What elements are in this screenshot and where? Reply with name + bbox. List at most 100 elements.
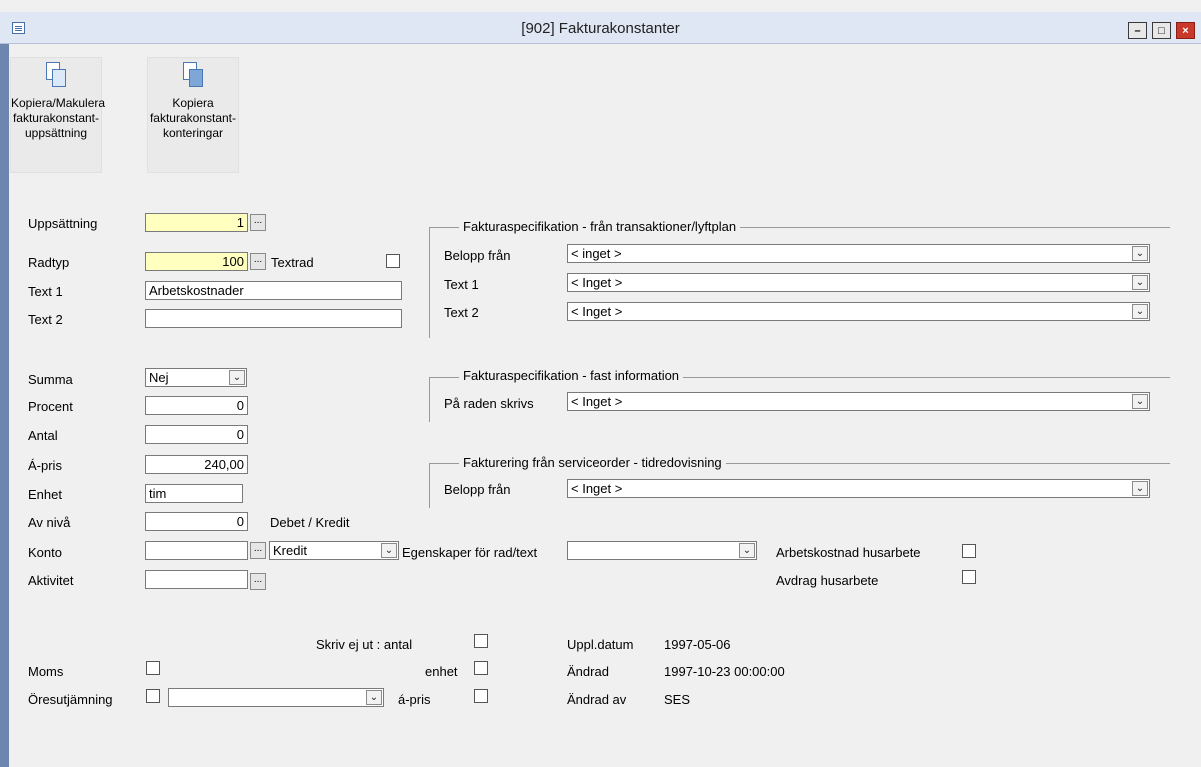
enhet-field[interactable]: tim: [145, 484, 243, 503]
antal-label: Antal: [28, 428, 58, 443]
uppsattning-lookup-button[interactable]: ...: [250, 214, 266, 231]
arbetskostnad-husarbete-checkbox[interactable]: [962, 544, 976, 558]
konto-field[interactable]: [145, 541, 248, 560]
service-belopp-fran-value: < Inget >: [571, 481, 623, 496]
summa-select[interactable]: Nej ⌄: [145, 368, 247, 387]
procent-field[interactable]: 0: [145, 396, 248, 415]
moms-label: Moms: [28, 664, 64, 679]
apris-label: Á-pris: [28, 458, 62, 473]
chevron-down-icon[interactable]: ⌄: [1132, 481, 1148, 496]
button-label-line: Kopiera: [172, 96, 214, 110]
chevron-down-icon[interactable]: ⌄: [1132, 275, 1148, 290]
andrad-label: Ändrad: [567, 664, 609, 679]
konto-label: Konto: [28, 545, 62, 560]
serviceorder-group-title: Fakturering från serviceorder - tidredov…: [459, 455, 726, 470]
skriv-ej-ut-enhet-checkbox[interactable]: [474, 661, 488, 675]
copy-document-icon: [46, 62, 66, 88]
skriv-ej-ut-apris-label: á-pris: [398, 692, 431, 707]
aktivitet-lookup-button[interactable]: ...: [250, 573, 266, 590]
minimize-button[interactable]: –: [1128, 22, 1147, 39]
debet-kredit-label: Debet / Kredit: [270, 515, 350, 530]
spec-text1-value: < Inget >: [571, 275, 623, 290]
avniva-field[interactable]: 0: [145, 512, 248, 531]
textrad-checkbox[interactable]: [386, 254, 400, 268]
andrad-av-label: Ändrad av: [567, 692, 627, 707]
pa-raden-skrivs-label: På raden skrivs: [444, 396, 534, 411]
pa-raden-skrivs-select[interactable]: < Inget > ⌄: [567, 392, 1150, 411]
spec-text1-select[interactable]: < Inget > ⌄: [567, 273, 1150, 292]
oresutjamning-checkbox[interactable]: [146, 689, 160, 703]
procent-label: Procent: [28, 399, 73, 414]
apris-field[interactable]: 240,00: [145, 455, 248, 474]
window-title: [902] Fakturakonstanter: [521, 20, 680, 37]
copy-accounts-button[interactable]: Kopiera fakturakonstant- konteringar: [147, 57, 239, 173]
service-belopp-fran-select[interactable]: < Inget > ⌄: [567, 479, 1150, 498]
andrad-value: 1997-10-23 00:00:00: [664, 664, 785, 679]
chevron-down-icon[interactable]: ⌄: [381, 543, 397, 558]
copy-cancel-setup-button[interactable]: Kopiera/Makulera fakturakonstant- uppsät…: [10, 57, 106, 173]
aktivitet-label: Aktivitet: [28, 573, 74, 588]
close-button[interactable]: ×: [1176, 22, 1195, 39]
button-label-line: fakturakonstant-: [12, 111, 100, 125]
button-label-line: uppsättning: [24, 126, 88, 140]
skriv-ej-ut-antal-label: Skriv ej ut : antal: [316, 637, 413, 652]
avdrag-husarbete-label: Avdrag husarbete: [776, 573, 879, 588]
uppl-datum-label: Uppl.datum: [567, 637, 634, 652]
avniva-label: Av nivå: [28, 515, 71, 530]
text2-label: Text 2: [28, 312, 63, 327]
summa-value: Nej: [149, 370, 169, 385]
textrad-label: Textrad: [271, 255, 314, 270]
spec-text2-value: < Inget >: [571, 304, 623, 319]
text2-field[interactable]: [145, 309, 402, 328]
button-label-line: konteringar: [162, 126, 224, 140]
belopp-fran-select[interactable]: < inget > ⌄: [567, 244, 1150, 263]
title-bar: [902] Fakturakonstanter – □ ×: [0, 12, 1201, 44]
belopp-fran-value: < inget >: [571, 246, 622, 261]
spec-text1-label: Text 1: [444, 277, 479, 292]
radtyp-lookup-button[interactable]: ...: [250, 253, 266, 270]
skriv-ej-ut-apris-checkbox[interactable]: [474, 689, 488, 703]
debet-kredit-select[interactable]: Kredit ⌄: [269, 541, 399, 560]
uppsattning-label: Uppsättning: [28, 216, 98, 231]
fast-info-group-title: Fakturaspecifikation - fast information: [459, 368, 684, 383]
button-label-line: Kopiera/Makulera: [11, 96, 106, 110]
andrad-av-value: SES: [664, 692, 691, 707]
chevron-down-icon[interactable]: ⌄: [229, 370, 245, 385]
chevron-down-icon[interactable]: ⌄: [1132, 394, 1148, 409]
text1-label: Text 1: [28, 284, 63, 299]
spec-text2-select[interactable]: < Inget > ⌄: [567, 302, 1150, 321]
service-belopp-fran-label: Belopp från: [444, 482, 511, 497]
chevron-down-icon[interactable]: ⌄: [1132, 246, 1148, 261]
uppl-datum-value: 1997-05-06: [664, 637, 731, 652]
oresutjamning-label: Öresutjämning: [28, 692, 113, 707]
skriv-ej-ut-enhet-label: enhet: [425, 664, 458, 679]
chevron-down-icon[interactable]: ⌄: [739, 543, 755, 558]
copy-accounts-icon: [183, 62, 203, 88]
chevron-down-icon[interactable]: ⌄: [366, 690, 382, 705]
skriv-ej-ut-antal-checkbox[interactable]: [474, 634, 488, 648]
uppsattning-field[interactable]: 1: [145, 213, 248, 232]
pa-raden-skrivs-value: < Inget >: [571, 394, 623, 409]
chevron-down-icon[interactable]: ⌄: [1132, 304, 1148, 319]
enhet-label: Enhet: [28, 487, 62, 502]
radtyp-label: Radtyp: [28, 255, 70, 270]
arbetskostnad-husarbete-label: Arbetskostnad husarbete: [776, 545, 921, 560]
belopp-fran-label: Belopp från: [444, 248, 511, 263]
summa-label: Summa: [28, 372, 73, 387]
maximize-button[interactable]: □: [1152, 22, 1171, 39]
spec-text2-label: Text 2: [444, 305, 479, 320]
transaktioner-group-title: Fakturaspecifikation - från transaktione…: [459, 219, 741, 234]
egenskaper-select[interactable]: ⌄: [567, 541, 757, 560]
antal-field[interactable]: 0: [145, 425, 248, 444]
debet-kredit-value: Kredit: [273, 543, 307, 558]
egenskaper-label: Egenskaper för rad/text: [402, 545, 538, 560]
radtyp-field[interactable]: 100: [145, 252, 248, 271]
window-frame: [0, 12, 9, 767]
oresutjamning-select[interactable]: ⌄: [168, 688, 384, 707]
moms-checkbox[interactable]: [146, 661, 160, 675]
text1-field[interactable]: Arbetskostnader: [145, 281, 402, 300]
aktivitet-field[interactable]: [145, 570, 248, 589]
avdrag-husarbete-checkbox[interactable]: [962, 570, 976, 584]
konto-lookup-button[interactable]: ...: [250, 542, 266, 559]
button-label-line: fakturakonstant-: [149, 111, 237, 125]
